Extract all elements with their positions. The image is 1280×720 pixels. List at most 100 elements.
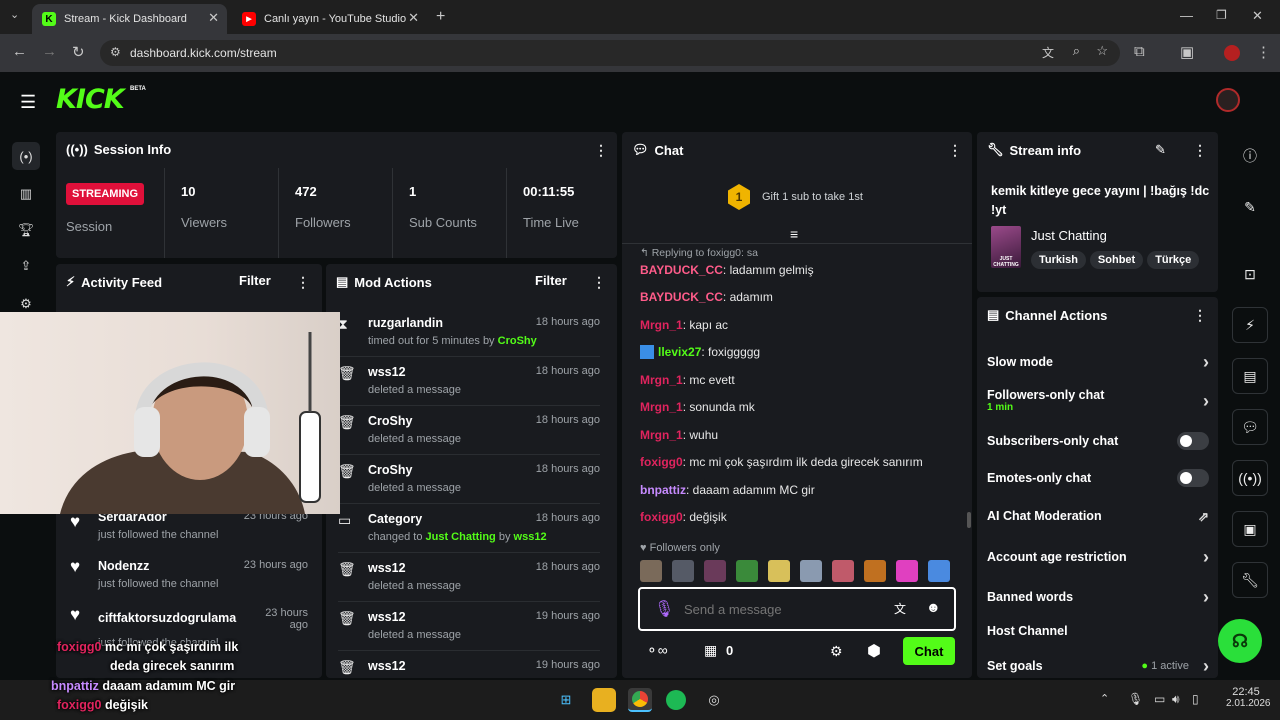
support-headset-icon[interactable]: ☊ [1218,619,1262,663]
tab-youtube-studio[interactable]: ▶ Canlı yayın - YouTube Studio ✕ [232,4,427,34]
tag-pill[interactable]: Sohbet [1089,251,1144,269]
site-info-icon[interactable]: ⚙ [110,45,121,59]
pinned-collapse-icon[interactable]: ≡ [790,226,798,242]
edit-pencil-icon[interactable]: ✎ [1155,142,1166,158]
close-tab-icon[interactable]: ✕ [208,10,219,26]
filter-button[interactable]: Filter [535,273,567,288]
more-options-icon[interactable]: ⋮ [1193,142,1207,159]
send-chat-button[interactable]: Chat [903,637,955,665]
close-window-icon[interactable]: ✕ [1252,8,1263,24]
more-options-icon[interactable]: ⋮ [592,274,606,291]
emote-4[interactable] [736,560,758,582]
tools-icon[interactable]: 🔧︎ [1232,562,1268,598]
chat-username[interactable]: foxigg0 [640,510,683,524]
emote-7[interactable] [832,560,854,582]
mod-by-user[interactable]: wss12 [514,531,547,543]
spotify-icon[interactable] [666,690,686,710]
tray-battery-icon[interactable]: ▯ [1192,692,1199,706]
chat-username[interactable]: llevix27 [658,345,701,359]
notes-icon[interactable]: ▤ [1232,358,1268,394]
subscribers-only-toggle[interactable] [1177,432,1209,450]
tag-pill[interactable]: Turkish [1031,251,1086,269]
chat-username[interactable]: Mrgn_1 [640,400,683,414]
emote-9[interactable] [896,560,918,582]
edit-icon[interactable]: ✎ [1232,189,1268,225]
category-name[interactable]: Just Chatting [1031,228,1107,243]
emote-1[interactable] [640,560,662,582]
back-icon[interactable]: ← [12,43,27,60]
tray-clock[interactable]: 22:45 2.01.2026 [1226,686,1271,709]
category-thumbnail[interactable]: JUST CHATTING [991,226,1021,268]
store-icon[interactable]: ▦ [704,642,717,659]
bookmark-star-icon[interactable]: ☆ [1096,43,1108,59]
set-goals-row[interactable]: Set goals ● 1 active › [987,656,1209,676]
emote-3[interactable] [704,560,726,582]
browser-menu-icon[interactable]: ⋮ [1256,43,1271,61]
followers-only-row[interactable]: Followers-only chat 1 min › [987,388,1209,413]
emote-8[interactable] [864,560,886,582]
hamburger-menu-icon[interactable]: ☰ [20,92,36,113]
info-icon[interactable]: ⓘ [1232,138,1268,174]
chat-username[interactable]: BAYDUCK_CC [640,290,723,304]
restore-icon[interactable]: ❐ [1216,8,1227,22]
windows-start-icon[interactable]: ⊞ [554,688,578,712]
chat-username[interactable]: Mrgn_1 [640,428,683,442]
mod-target[interactable]: CroShy [498,335,537,347]
capture-icon[interactable]: ⊡ [1232,256,1268,292]
tag-pill[interactable]: Türkçe [1147,251,1200,269]
kicks-infinity-icon[interactable]: ⚬∞ [646,642,668,659]
kick-logo[interactable]: KICK [56,84,125,115]
more-options-icon[interactable]: ⋮ [1193,307,1207,324]
tab-search-icon[interactable]: ⌄ [10,8,19,21]
ai-moderation-row[interactable]: AI Chat Moderation ⇗ [987,509,1209,524]
broadcast-toggle-icon[interactable]: ((•)) [1232,460,1268,496]
tray-mic-icon[interactable]: 🎙︎ [1128,692,1143,706]
tab-kick-dashboard[interactable]: K Stream - Kick Dashboard ✕ [32,4,227,34]
profile-avatar[interactable] [1224,45,1240,61]
cast-icon[interactable]: ▣ [1180,43,1194,61]
address-bar[interactable]: ⚙ dashboard.kick.com/stream 文 ⌕ ☆ [100,40,1120,66]
file-explorer-icon[interactable] [592,688,616,712]
chat-username[interactable]: BAYDUCK_CC [640,263,723,277]
account-age-row[interactable]: Account age restriction › [987,547,1209,567]
zoom-icon[interactable]: ⌕ [1073,43,1080,59]
tray-volume-icon[interactable]: 🔊︎ [1172,692,1180,707]
user-avatar[interactable] [1216,88,1240,112]
banned-words-row[interactable]: Banned words › [987,587,1209,607]
forward-icon[interactable]: → [42,43,57,60]
obs-icon[interactable]: ◎ [702,688,726,712]
sidebar-analytics-icon[interactable]: ▥ [12,180,40,208]
emote-10[interactable] [928,560,950,582]
more-options-icon[interactable]: ⋮ [296,274,310,291]
chat-username[interactable]: foxigg0 [640,455,683,469]
emoji-icon[interactable]: ☻ [926,599,941,615]
microphone-icon[interactable]: 🎙︎ [654,599,674,619]
more-options-icon[interactable]: ⋮ [948,142,962,159]
chat-username[interactable]: bnpattiz [640,483,686,497]
tray-network-icon[interactable]: ▭ [1154,692,1165,706]
new-tab-icon[interactable]: + [436,8,445,26]
close-tab-icon[interactable]: ✕ [408,10,419,26]
sidebar-upload-icon[interactable]: ⇪ [12,252,40,280]
reload-icon[interactable]: ↻ [72,43,85,61]
tray-chevron-icon[interactable]: ⌃ [1100,692,1109,705]
host-channel-row[interactable]: Host Channel [987,624,1209,638]
video-icon[interactable]: ▣ [1232,511,1268,547]
chat-input-box[interactable]: 🎙︎ 文 ☻ [638,587,956,631]
mod-target[interactable]: Just Chatting [426,531,496,543]
extensions-icon[interactable]: ⧉ [1134,43,1145,60]
emote-6[interactable] [800,560,822,582]
bot-icon[interactable]: ⬢ [867,641,881,661]
translate-icon[interactable]: 文 [894,600,906,617]
slow-mode-row[interactable]: Slow mode › [987,352,1209,372]
chat-username[interactable]: Mrgn_1 [640,373,683,387]
emote-5[interactable] [768,560,790,582]
filter-button[interactable]: Filter [239,273,271,288]
chat-message-input[interactable] [684,598,874,620]
chat-settings-icon[interactable]: ⚙ [830,643,843,660]
emote-2[interactable] [672,560,694,582]
chat-username[interactable]: Mrgn_1 [640,318,683,332]
sidebar-trophy-icon[interactable]: 🏆︎ [12,216,40,244]
emotes-only-toggle[interactable] [1177,469,1209,487]
sidebar-stream-icon[interactable]: (•) [12,142,40,170]
